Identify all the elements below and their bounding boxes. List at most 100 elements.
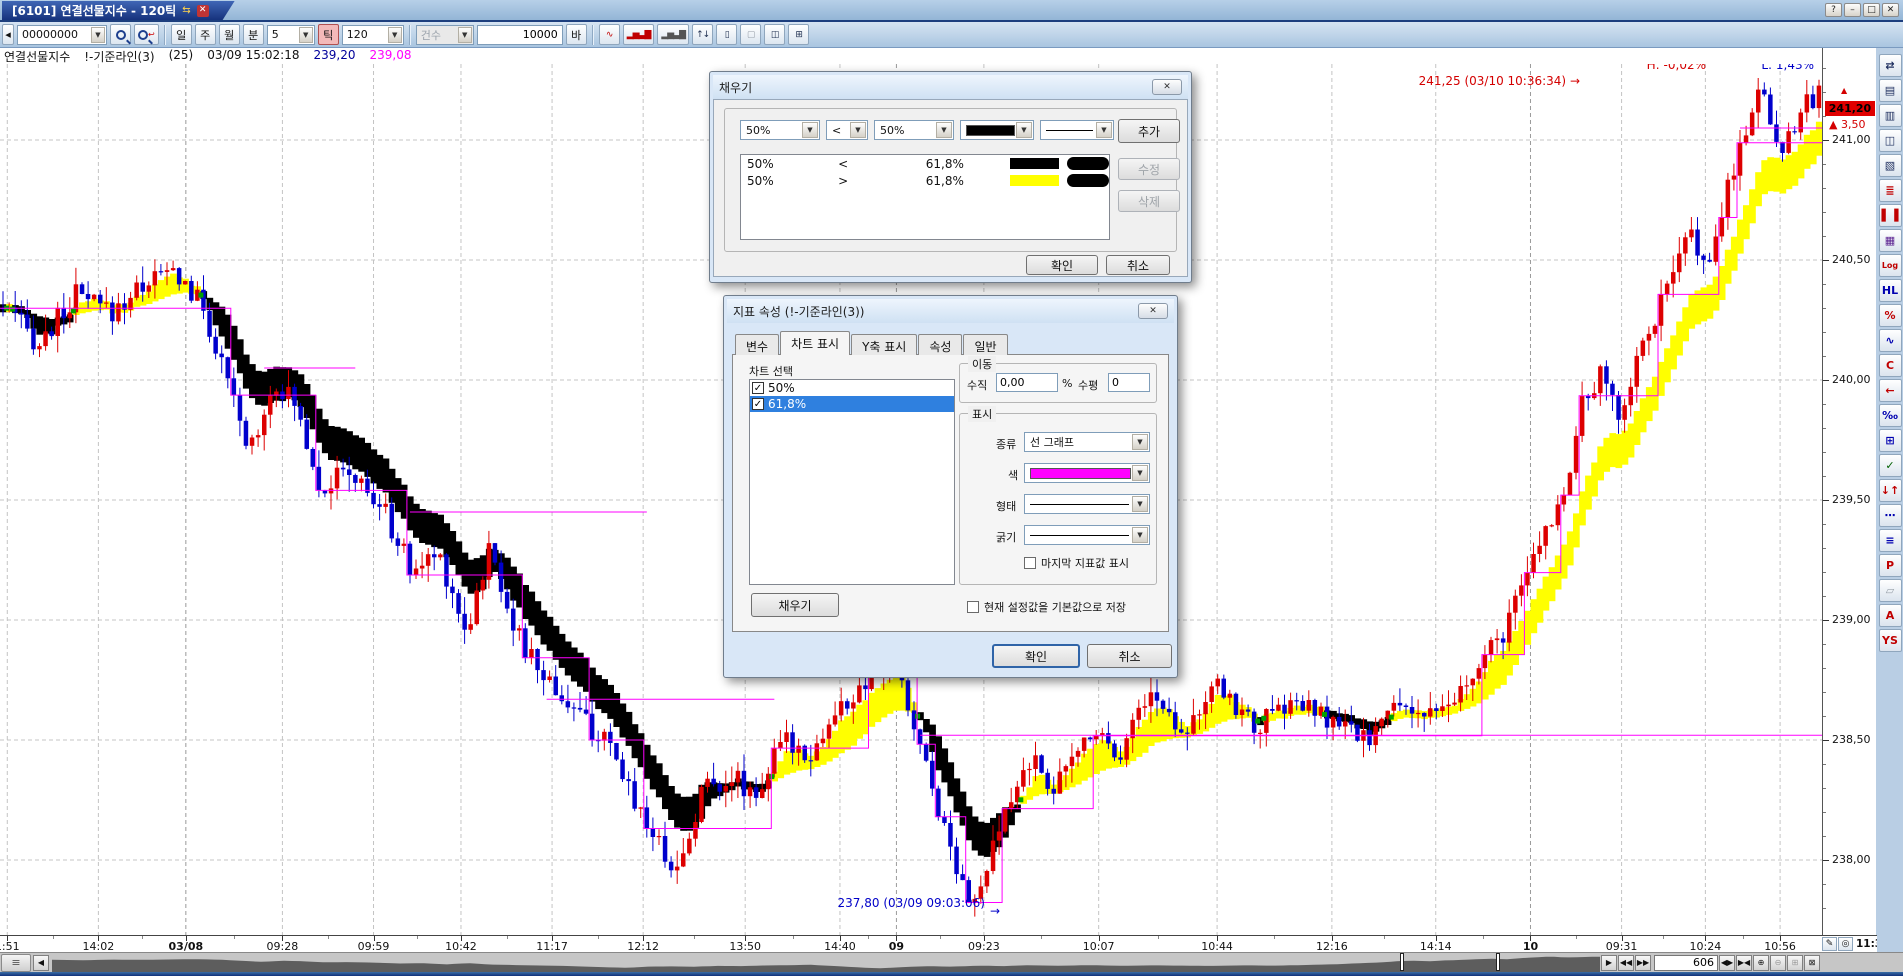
tab-0[interactable]: 변수 [735, 334, 779, 355]
add-rule-button[interactable]: 추가 [1118, 119, 1180, 143]
chevron-down-icon[interactable]: ▼ [299, 27, 313, 43]
period-day-button[interactable]: 일 [171, 24, 192, 45]
close-strip-icon[interactable]: ⊠ [1804, 955, 1820, 971]
volume-gray-chart-icon[interactable]: ▂▅▃▇ [657, 24, 689, 45]
candle-chart-icon[interactable]: ◫ [764, 24, 785, 45]
weight-combo[interactable]: ▼ [1024, 525, 1150, 545]
sort-updown-icon[interactable]: ↓↑ [1879, 479, 1902, 502]
fill-rule-row[interactable]: 50% < 61,8% [741, 155, 1109, 172]
caption-help-button[interactable]: ? [1825, 3, 1842, 17]
checkbox-icon[interactable]: ✓ [752, 382, 764, 394]
period-minute-button[interactable]: 분 [243, 24, 264, 45]
caption-maximize-button[interactable]: □ [1863, 3, 1880, 17]
table-grid-icon[interactable]: ⊞ [1879, 429, 1902, 452]
fill-dialog-titlebar[interactable]: 채우기 ✕ [713, 75, 1188, 99]
objects-cube-icon[interactable]: ◫ [1879, 129, 1902, 152]
checkbox-icon[interactable]: ✓ [752, 398, 764, 410]
chevron-down-icon[interactable]: ▼ [802, 122, 818, 138]
snap-disabled-icon[interactable]: ▱ [1879, 579, 1902, 602]
chart-select-list[interactable]: ✓ 50% ✓ 61,8% [749, 379, 955, 585]
search-button[interactable] [110, 24, 131, 45]
candle-bars-icon[interactable]: ▌▐ [1879, 204, 1902, 227]
bar-chart-icon[interactable]: ▦ [1879, 229, 1902, 252]
search-back-button[interactable]: ↩ [134, 24, 159, 45]
tab-2[interactable]: Y축 표시 [851, 334, 917, 355]
minute-value-combo[interactable]: 5▼ [267, 25, 315, 45]
fill-color-combo[interactable]: ▼ [960, 120, 1034, 140]
save-default-checkbox-row[interactable]: 현재 설정값을 기본값으로 저장 [967, 599, 1126, 615]
chevron-down-icon[interactable]: ▼ [1132, 496, 1148, 512]
fill-cancel-button[interactable]: 취소 [1106, 255, 1170, 275]
bar-count-input[interactable] [477, 25, 563, 45]
chevron-down-icon[interactable]: ▼ [388, 27, 402, 43]
trendline-icon[interactable]: ∿ [599, 24, 620, 45]
hl-chart-icon[interactable]: HL [1879, 279, 1902, 302]
checkbox-icon[interactable] [1024, 557, 1036, 569]
chevron-down-icon[interactable]: ▼ [936, 122, 952, 138]
tab-1[interactable]: 차트 표시 [780, 331, 850, 355]
nav-page-forward-button[interactable]: ▶▶ [1635, 955, 1651, 971]
chevron-down-icon[interactable]: ▼ [850, 122, 866, 138]
list-lines-icon[interactable]: ≣ [1879, 179, 1902, 202]
chevron-down-icon[interactable]: ▼ [1132, 434, 1148, 450]
open-fill-dialog-button[interactable]: 채우기 [751, 593, 839, 617]
chart-check-icon[interactable]: ✓ [1879, 454, 1902, 477]
zoom-area-icon[interactable]: ◎ [1838, 937, 1853, 951]
nav-page-back-button[interactable]: ◀◀ [1618, 955, 1634, 971]
period-week-button[interactable]: 주 [195, 24, 216, 45]
expand-icon[interactable]: ◀▶ [1719, 955, 1735, 971]
fill-line-style-combo[interactable]: ▼ [1040, 120, 1114, 140]
zoom-in-icon[interactable]: ⊕ [1753, 955, 1769, 971]
ys-axis-icon[interactable]: YS [1879, 629, 1902, 652]
color-combo[interactable]: ▼ [1024, 463, 1150, 483]
fill-level-a-combo[interactable]: 50%▼ [740, 120, 820, 140]
tools-gear-icon[interactable]: ▥ [1879, 104, 1902, 127]
checkbox-icon[interactable] [967, 601, 979, 613]
visible-bars-input[interactable] [1654, 955, 1718, 971]
prop-dialog-titlebar[interactable]: 지표 속성 (!-기준라인(3)) ✕ [727, 299, 1174, 323]
minimap[interactable] [52, 954, 1600, 972]
scroll-left-button[interactable]: ◀ [33, 955, 49, 971]
chevron-down-icon[interactable]: ▼ [1132, 527, 1148, 543]
fill-ok-button[interactable]: 확인 [1026, 255, 1098, 275]
caption-minimize-button[interactable]: – [1844, 3, 1861, 17]
page-p-icon[interactable]: P [1879, 554, 1902, 577]
minimap-selection-end[interactable] [1496, 953, 1500, 971]
shape-combo[interactable]: ▼ [1024, 494, 1150, 514]
percent-chart-icon[interactable]: % [1879, 304, 1902, 327]
dots-grid-icon[interactable]: ⋯ [1879, 504, 1902, 527]
chevron-down-icon[interactable]: ▼ [1016, 122, 1032, 138]
close-icon[interactable]: ✕ [1152, 79, 1182, 95]
symbol-code-combo[interactable]: 00000000▼ [17, 25, 107, 45]
type-combo[interactable]: 선 그래프▼ [1024, 432, 1150, 452]
vertical-input[interactable] [996, 373, 1058, 392]
horizontal-input[interactable] [1108, 373, 1150, 392]
chevron-down-icon[interactable]: ▼ [1096, 122, 1112, 138]
log-scale-icon[interactable]: Log [1879, 254, 1902, 277]
tab-close-icon[interactable]: ✕ [197, 5, 209, 17]
close-icon[interactable]: ✕ [1138, 303, 1168, 319]
collapse-icon[interactable]: ▶◀ [1736, 955, 1752, 971]
chevron-down-icon[interactable]: ▼ [91, 27, 105, 43]
prop-cancel-button[interactable]: 취소 [1087, 644, 1172, 668]
navigator-resize-handle[interactable]: ≡ [1, 954, 31, 972]
chart-select-item[interactable]: ✓ 50% [750, 380, 954, 396]
print-icon[interactable]: ≡ [1879, 529, 1902, 552]
chart-window-tab[interactable]: [6101] 연결선물지수 - 120틱 ⇆ ✕ [2, 1, 235, 20]
fill-operator-combo[interactable]: <▼ [826, 120, 868, 140]
caption-close-button[interactable]: ✕ [1882, 3, 1899, 17]
refresh-swap-icon[interactable]: ⇄ [1879, 54, 1902, 77]
fill-rule-row[interactable]: 50% > 61,8% [741, 172, 1109, 189]
tab-3[interactable]: 속성 [918, 334, 962, 355]
chevron-down-icon[interactable]: ▼ [1132, 465, 1148, 481]
prop-ok-button[interactable]: 확인 [992, 644, 1080, 668]
grid-table-icon[interactable]: ⊞ [788, 24, 809, 45]
updown-arrows-icon[interactable]: ↑↓ [692, 24, 713, 45]
page-a-icon[interactable]: A [1879, 604, 1902, 627]
tick-value-combo[interactable]: 120▼ [342, 25, 404, 45]
fill-level-b-combo[interactable]: 50%▼ [874, 120, 954, 140]
settings-wrench-icon[interactable]: ▤ [1879, 79, 1902, 102]
line-chart-icon[interactable]: ∿ [1879, 329, 1902, 352]
bars-apply-button[interactable]: 바 [566, 24, 587, 45]
compare-chart-icon[interactable]: C [1879, 354, 1902, 377]
